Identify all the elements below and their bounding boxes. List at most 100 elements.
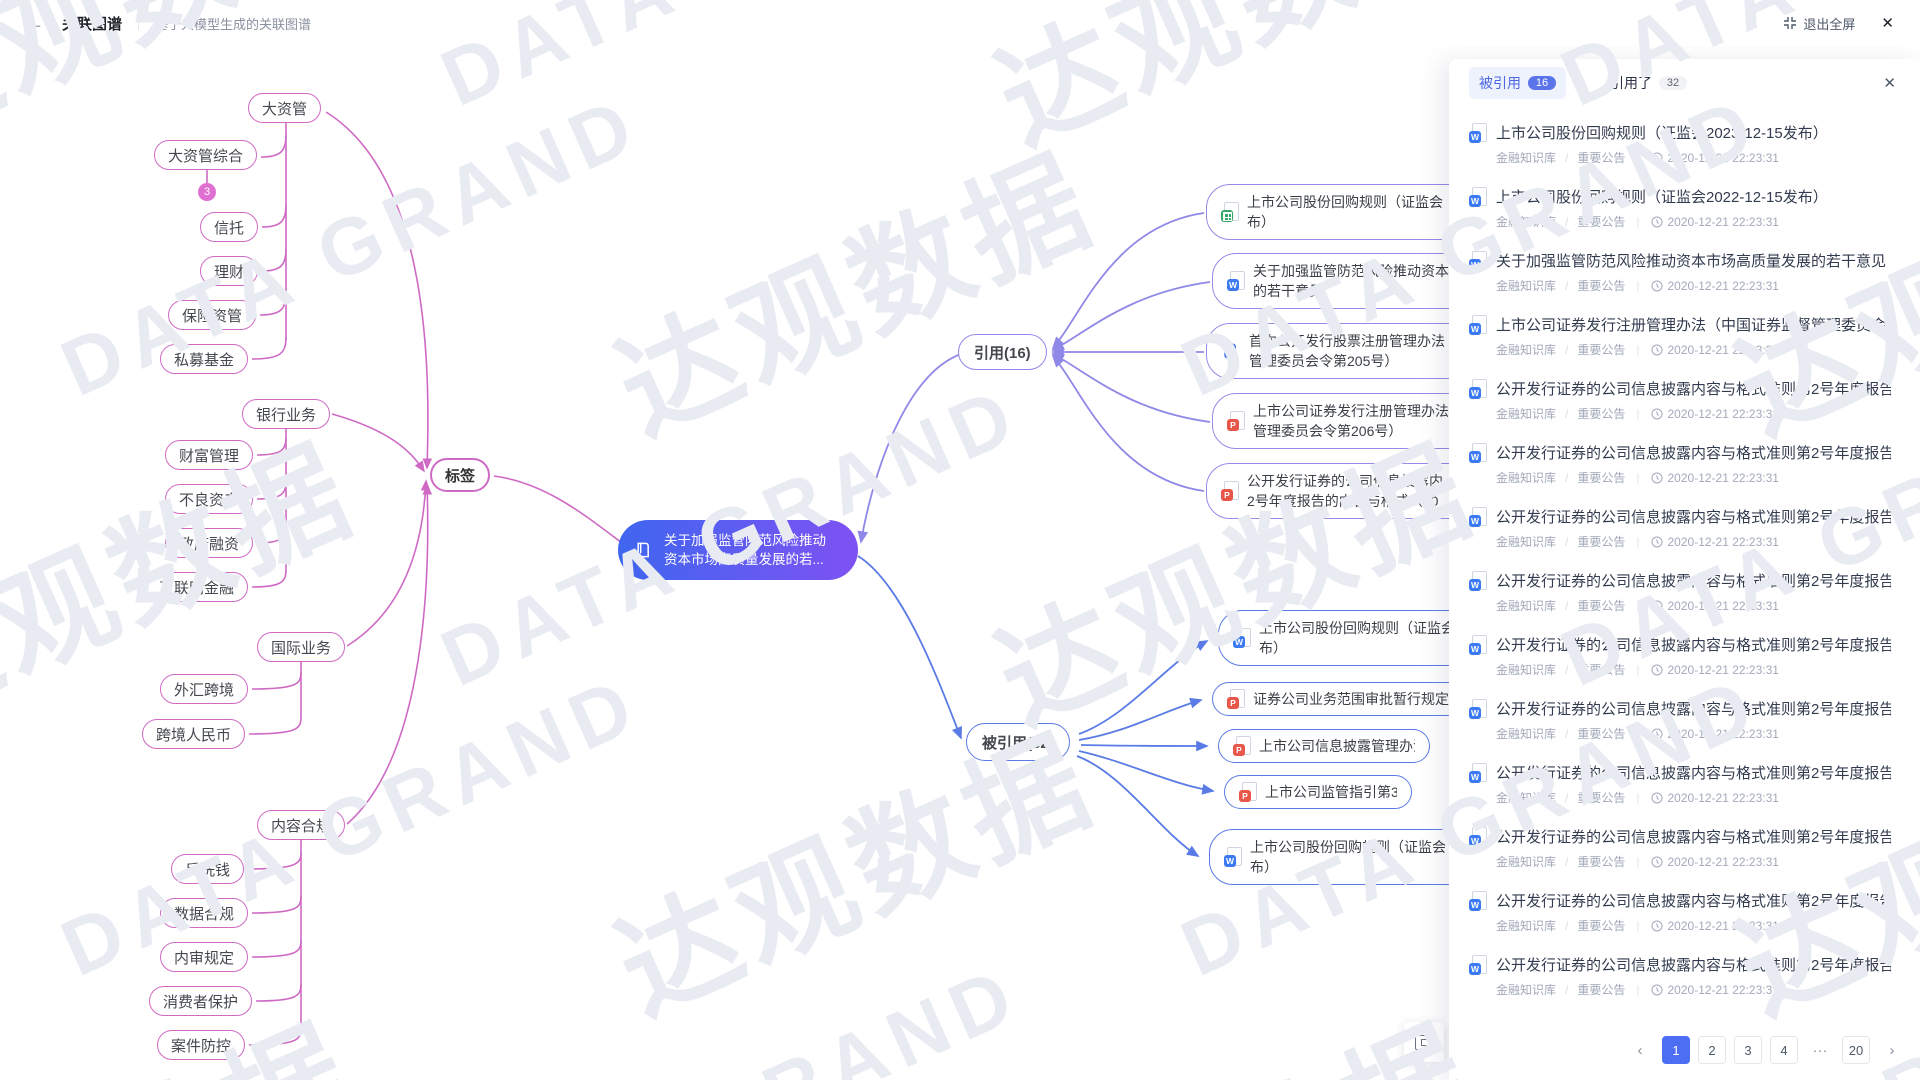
cited-doc-node[interactable]: P 上市公司信息披露管理办法 bbox=[1218, 729, 1430, 763]
citations-panel: 被引用 16 引用了 32 ✕ W 上市公司股份回购规则（证监会2023-12-… bbox=[1449, 59, 1920, 1080]
clock-icon bbox=[1651, 856, 1663, 868]
tag-root-node[interactable]: 标签 bbox=[430, 458, 490, 492]
pagination-ellipsis: ··· bbox=[1806, 1036, 1834, 1064]
document-title: 公开发行证券的公司信息披露内容与格式准则第2号年度报告的内... bbox=[1496, 954, 1891, 975]
tag-node-child[interactable]: 内审规定 bbox=[160, 942, 248, 972]
document-list-item[interactable]: W 公开发行证券的公司信息披露内容与格式准则第2号年度报告的内... 金融知识库… bbox=[1469, 753, 1900, 817]
clock-icon bbox=[1651, 472, 1663, 484]
document-list-item[interactable]: W 公开发行证券的公司信息披露内容与格式准则第2号年度报告的内... 金融知识库… bbox=[1469, 433, 1900, 497]
tag-node-group-2[interactable]: 国际业务 bbox=[257, 632, 345, 662]
tag-node-child[interactable]: 财富管理 bbox=[165, 440, 253, 470]
document-list-item[interactable]: W 公开发行证券的公司信息披露内容与格式准则第2号年度报告的内... 金融知识库… bbox=[1469, 561, 1900, 625]
clock-icon bbox=[1651, 600, 1663, 612]
collapsed-count-badge[interactable]: 3 bbox=[198, 183, 216, 201]
pagination-page-3[interactable]: 3 bbox=[1734, 1036, 1762, 1064]
document-list: W 上市公司股份回购规则（证监会2023-12-15发布） 金融知识库 / 重要… bbox=[1449, 107, 1920, 1009]
tab-count-badge: 32 bbox=[1659, 76, 1687, 90]
document-meta: 金融知识库 / 重要公告 | 2020-12-21 22:23:31 bbox=[1496, 853, 1900, 870]
tag-node-child[interactable]: 跨境人民币 bbox=[142, 719, 245, 749]
pdf-file-icon: P bbox=[1221, 481, 1239, 501]
cited-by-relation-node[interactable]: 被引用(32) bbox=[966, 723, 1070, 761]
tag-node-child[interactable]: 消费者保护 bbox=[149, 986, 252, 1016]
tag-label: 重要公告 bbox=[1577, 661, 1625, 678]
document-list-item[interactable]: W 公开发行证券的公司信息披露内容与格式准则第2号年度报告的内... 金融知识库… bbox=[1469, 497, 1900, 561]
cites-relation-node[interactable]: 引用(16) bbox=[958, 334, 1047, 370]
tag-label: 重要公告 bbox=[1577, 533, 1625, 550]
document-title: 上市公司股份回购规则（证监会2023-12-15发布） bbox=[1496, 122, 1828, 143]
word-file-icon: W bbox=[1224, 847, 1242, 867]
back-icon[interactable]: ← bbox=[26, 13, 44, 34]
word-file-icon: W bbox=[1469, 251, 1487, 271]
document-list-item[interactable]: W 公开发行证券的公司信息披露内容与格式准则第2号年度报告的内... 金融知识库… bbox=[1469, 945, 1900, 1009]
knowledge-base-label: 金融知识库 bbox=[1496, 853, 1556, 870]
tag-node-child[interactable]: 互联网金融 bbox=[145, 572, 248, 602]
timestamp-label: 2020-12-21 22:23:31 bbox=[1668, 599, 1779, 613]
timestamp-label: 2020-12-21 22:23:31 bbox=[1668, 471, 1779, 485]
tab-cited-by[interactable]: 被引用 16 bbox=[1469, 67, 1566, 99]
book-icon bbox=[634, 540, 654, 560]
central-document-node[interactable]: 关于加强监管防范风险推动 资本市场高质量发展的若... bbox=[618, 520, 858, 580]
timestamp-label: 2020-12-21 22:23:31 bbox=[1668, 215, 1779, 229]
pagination-page-1[interactable]: 1 bbox=[1662, 1036, 1690, 1064]
document-title: 公开发行证券的公司信息披露内容与格式准则第2号年度报告的内... bbox=[1496, 826, 1891, 847]
timestamp-label: 2020-12-21 22:23:31 bbox=[1668, 919, 1779, 933]
document-list-item[interactable]: W 公开发行证券的公司信息披露内容与格式准则第2号年度报告的内... 金融知识库… bbox=[1469, 369, 1900, 433]
document-meta: 金融知识库 / 重要公告 | 2020-12-21 22:23:31 bbox=[1496, 405, 1900, 422]
pagination-page-4[interactable]: 4 bbox=[1770, 1036, 1798, 1064]
tag-node-group-1[interactable]: 银行业务 bbox=[242, 399, 330, 429]
pagination-page-2[interactable]: 2 bbox=[1698, 1036, 1726, 1064]
document-title: 上市公司股份回购规则（证监会2022-12-15发布） bbox=[1496, 186, 1828, 207]
tag-node-child[interactable]: 信托 bbox=[200, 212, 258, 242]
timestamp-label: 2020-12-21 22:23:31 bbox=[1668, 279, 1779, 293]
tag-node-child[interactable]: 理财 bbox=[200, 256, 258, 286]
cited-doc-node[interactable]: P 上市公司监管指引第3号 bbox=[1224, 775, 1412, 809]
document-list-item[interactable]: W 公开发行证券的公司信息披露内容与格式准则第2号年度报告的内... 金融知识库… bbox=[1469, 881, 1900, 945]
pagination-page-20[interactable]: 20 bbox=[1842, 1036, 1870, 1064]
document-list-item[interactable]: W 公开发行证券的公司信息披露内容与格式准则第2号年度报告的内... 金融知识库… bbox=[1469, 689, 1900, 753]
tag-node-child[interactable]: 私募基金 bbox=[160, 344, 248, 374]
document-title: 公开发行证券的公司信息披露内容与格式准则第2号年度报告的内... bbox=[1496, 506, 1891, 527]
minimap-icon bbox=[1415, 1035, 1433, 1050]
knowledge-base-label: 金融知识库 bbox=[1496, 597, 1556, 614]
knowledge-base-label: 金融知识库 bbox=[1496, 917, 1556, 934]
header-divider bbox=[138, 16, 139, 30]
pdf-file-icon: P bbox=[1233, 736, 1251, 756]
pagination-prev-icon[interactable]: ‹ bbox=[1626, 1036, 1654, 1064]
word-file-icon: W bbox=[1233, 628, 1251, 648]
tab-cites[interactable]: 引用了 32 bbox=[1600, 67, 1697, 99]
tag-node-child[interactable]: 保险资管 bbox=[168, 300, 256, 330]
tag-node-child[interactable]: 外汇跨境 bbox=[160, 674, 248, 704]
minimap-toggle-button[interactable] bbox=[1404, 1022, 1444, 1062]
tag-node-child[interactable]: 反洗钱 bbox=[171, 854, 244, 884]
tag-node-child[interactable]: 大资管综合 bbox=[154, 140, 257, 170]
knowledge-base-label: 金融知识库 bbox=[1496, 213, 1556, 230]
document-list-item[interactable]: W 公开发行证券的公司信息披露内容与格式准则第2号年度报告的内... 金融知识库… bbox=[1469, 625, 1900, 689]
clock-icon bbox=[1651, 792, 1663, 804]
word-file-icon: W bbox=[1469, 443, 1487, 463]
document-title: 公开发行证券的公司信息披露内容与格式准则第2号年度报告的内... bbox=[1496, 378, 1891, 399]
exit-fullscreen-button[interactable]: 退出全屏 bbox=[1783, 14, 1855, 33]
document-title: 上市公司证券发行注册管理办法（中国证券监督管理委员会令第2... bbox=[1496, 314, 1891, 335]
tag-label: 重要公告 bbox=[1577, 725, 1625, 742]
close-icon[interactable]: ✕ bbox=[1881, 14, 1894, 32]
document-list-item[interactable]: W 公开发行证券的公司信息披露内容与格式准则第2号年度报告的内... 金融知识库… bbox=[1469, 817, 1900, 881]
tag-node-child[interactable]: 数据合规 bbox=[160, 898, 248, 928]
tag-node-child[interactable]: 案件防控 bbox=[157, 1030, 245, 1060]
tag-node-group-0[interactable]: 大资管 bbox=[248, 93, 321, 123]
tag-node-child[interactable]: 不良资产 bbox=[165, 484, 253, 514]
word-file-icon: W bbox=[1469, 891, 1487, 911]
tag-node-group-3[interactable]: 内容合规 bbox=[257, 810, 345, 840]
pdf-file-icon: P bbox=[1227, 411, 1245, 431]
knowledge-base-label: 金融知识库 bbox=[1496, 725, 1556, 742]
tag-label: 重要公告 bbox=[1577, 277, 1625, 294]
tag-label: 重要公告 bbox=[1577, 917, 1625, 934]
pagination-next-icon[interactable]: › bbox=[1878, 1036, 1906, 1064]
timestamp-label: 2020-12-21 22:23:31 bbox=[1668, 343, 1779, 357]
knowledge-base-label: 金融知识库 bbox=[1496, 149, 1556, 166]
document-list-item[interactable]: W 上市公司证券发行注册管理办法（中国证券监督管理委员会令第2... 金融知识库… bbox=[1469, 305, 1900, 369]
tag-node-child[interactable]: 政府融资 bbox=[165, 528, 253, 558]
document-list-item[interactable]: W 上市公司股份回购规则（证监会2022-12-15发布） 金融知识库 / 重要… bbox=[1469, 177, 1900, 241]
document-list-item[interactable]: W 上市公司股份回购规则（证监会2023-12-15发布） 金融知识库 / 重要… bbox=[1469, 113, 1900, 177]
document-list-item[interactable]: W 关于加强监管防范风险推动资本市场高质量发展的若干意见 金融知识库 / 重要公… bbox=[1469, 241, 1900, 305]
panel-close-icon[interactable]: ✕ bbox=[1879, 70, 1900, 96]
